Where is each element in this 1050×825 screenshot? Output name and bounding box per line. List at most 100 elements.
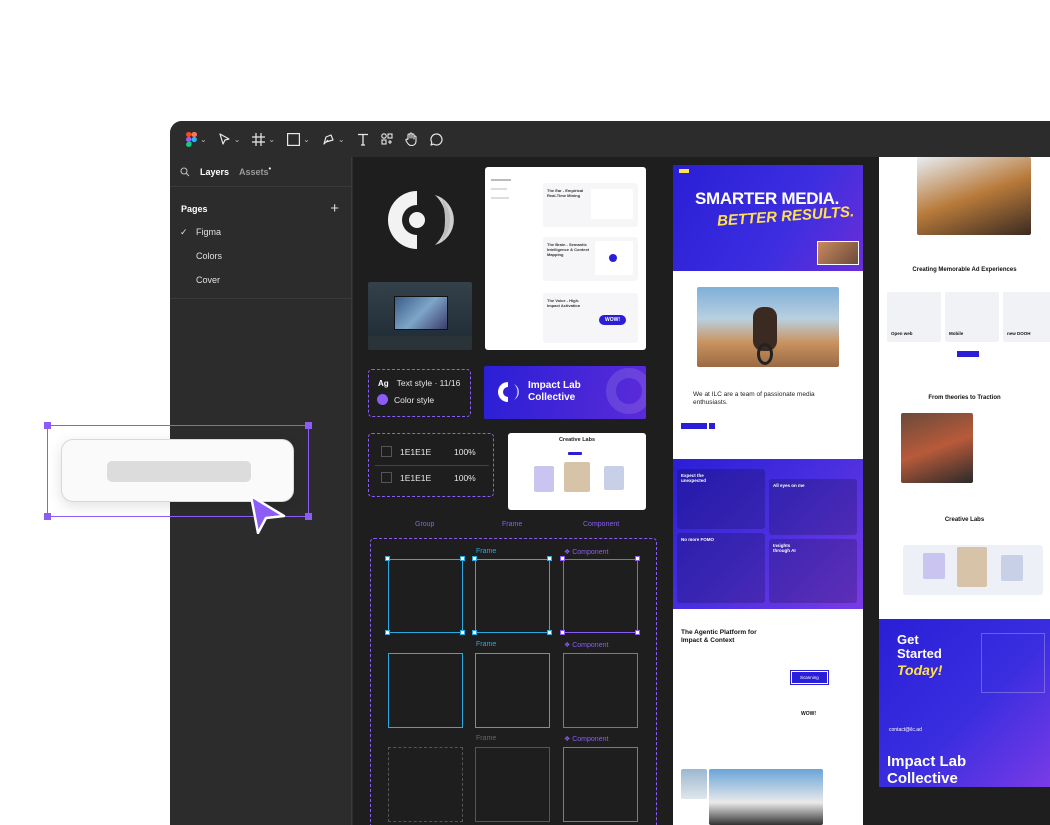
frame-label: Frame	[476, 735, 497, 742]
figma-menu-button[interactable]: ⌄	[180, 121, 213, 157]
creative-labs-card[interactable]: Creative Labs	[508, 433, 646, 510]
get-started-section[interactable]: Get Started Today! contact@ilc.ad Impact…	[879, 619, 1050, 787]
search-icon[interactable]	[180, 166, 190, 177]
chevron-down-icon: ⌄	[337, 134, 345, 144]
divider	[375, 465, 489, 466]
component-handle[interactable]	[560, 630, 565, 635]
resources-button[interactable]	[375, 121, 399, 157]
component-label: ❖ Component	[564, 735, 608, 743]
color-style-row[interactable]: Color style	[377, 394, 434, 405]
page-item-colors[interactable]: Colors	[170, 244, 351, 268]
tab-assets[interactable]: Assets•	[239, 166, 271, 177]
pages-header: Pages +	[170, 187, 351, 220]
hero-section[interactable]: SMARTER MEDIA. BETTER RESULTS.	[673, 165, 863, 271]
features-section[interactable]: Expect the unexpected All eyes on me No …	[673, 459, 863, 609]
canvas[interactable]: The Ear - Empirical Real-Time Mining The…	[353, 157, 1050, 825]
component-box-selected[interactable]	[563, 559, 638, 633]
frame-handle[interactable]	[385, 556, 390, 561]
frame-tool-button[interactable]: ⌄	[246, 121, 281, 157]
frame-handle[interactable]	[385, 630, 390, 635]
selection-handle[interactable]	[44, 513, 51, 520]
component-handle[interactable]	[635, 556, 640, 561]
creating-heading: Creating Memorable Ad Experiences	[912, 267, 1017, 273]
frame-handle[interactable]	[547, 630, 552, 635]
color-opacity: 100%	[454, 446, 476, 457]
listing-item[interactable]: The Brain - Semantic Intelligence & Cont…	[543, 237, 638, 281]
comment-button[interactable]	[424, 121, 449, 157]
pen-tool-button[interactable]: ⌄	[316, 121, 351, 157]
toolbar: ⌄ ⌄ ⌄ ⌄ ⌄	[170, 121, 1050, 157]
group-box[interactable]	[388, 653, 463, 728]
component-box[interactable]	[563, 653, 638, 728]
page-label: Cover	[196, 275, 221, 285]
component-box-unselected[interactable]	[563, 747, 638, 822]
frame-handle[interactable]	[472, 630, 477, 635]
website-frame-2[interactable]: Creating Memorable Ad Experiences Open w…	[879, 157, 1050, 787]
wow-chip: WOW!	[801, 711, 816, 717]
frame-box-selected[interactable]	[475, 559, 550, 633]
listing-item[interactable]: The Voice - High-Impact Activation WOW!	[543, 293, 638, 343]
hand-tool-button[interactable]	[399, 121, 424, 157]
move-tool-button[interactable]: ⌄	[213, 121, 247, 157]
pen-tool-icon	[323, 133, 334, 145]
banner-watermark	[606, 368, 646, 414]
chevron-down-icon: ⌄	[233, 134, 241, 144]
hero-image	[817, 241, 859, 265]
page-item-figma[interactable]: ✓ Figma	[170, 220, 351, 244]
color-hex: 1E1E1E	[400, 472, 432, 483]
frame-handle[interactable]	[472, 556, 477, 561]
impact-lab-title: Impact Lab Collective	[528, 380, 581, 403]
frame-box-unselected[interactable]	[475, 747, 550, 822]
hand-tool-icon	[404, 132, 417, 146]
divider	[170, 298, 351, 299]
color-swatch	[381, 472, 392, 483]
check-icon: ✓	[180, 226, 188, 237]
text-tool-icon	[357, 133, 368, 146]
group-box-selected[interactable]	[388, 559, 463, 633]
frame-handle[interactable]	[460, 630, 465, 635]
frame-handle[interactable]	[547, 556, 552, 561]
feature-tile: Insights through AI	[769, 539, 857, 603]
add-page-button[interactable]: +	[330, 201, 339, 216]
component-label-text: Component	[572, 736, 609, 743]
chevron-down-icon: ⌄	[268, 134, 276, 144]
component-icon: ❖	[564, 736, 573, 743]
text-style-row[interactable]: Ag Text style · 11/16	[378, 378, 460, 388]
card-label: Mobile	[949, 331, 964, 336]
today-script: Today!	[897, 662, 943, 678]
page-label: Figma	[196, 227, 222, 237]
frame-box[interactable]	[475, 653, 550, 728]
creative-labs-visual	[903, 545, 1043, 595]
component-handle[interactable]	[560, 556, 565, 561]
text-tool-button[interactable]	[351, 121, 375, 157]
frame-handle[interactable]	[460, 556, 465, 561]
wow-bubble: WOW!	[599, 315, 626, 325]
listing-page-card[interactable]: The Ear - Empirical Real-Time Mining The…	[485, 167, 646, 350]
tab-layers[interactable]: Layers	[200, 167, 229, 177]
component-label: ❖ Component	[564, 548, 608, 556]
about-text: We at ILC are a team of passionate media…	[693, 391, 815, 406]
chevron-down-icon: ⌄	[200, 134, 207, 144]
shape-tool-button[interactable]: ⌄	[281, 121, 316, 157]
component-handle[interactable]	[635, 630, 640, 635]
website-frame-1[interactable]: SMARTER MEDIA. BETTER RESULTS. We at ILC…	[673, 165, 863, 825]
selection-handle[interactable]	[305, 422, 312, 429]
chevron-down-icon: ⌄	[303, 134, 310, 144]
selection-handle[interactable]	[44, 422, 51, 429]
styles-group[interactable]	[368, 369, 471, 417]
creative-labs-heading: Creative Labs	[944, 517, 985, 523]
page-item-cover[interactable]: Cover	[170, 268, 351, 292]
selection-handle[interactable]	[305, 513, 312, 520]
impact-lab-banner[interactable]: Impact Lab Collective	[484, 366, 646, 419]
screen-image	[394, 296, 448, 330]
listing-item[interactable]: The Ear - Empirical Real-Time Mining	[543, 183, 638, 227]
text-style-ag: Ag	[378, 378, 389, 388]
feature-tile-title: All eyes on me	[773, 483, 805, 488]
ilc-logo-icon[interactable]	[379, 185, 459, 255]
color-table-row[interactable]: 1E1E1E 100%	[381, 446, 487, 457]
group-box-unselected[interactable]	[388, 747, 463, 822]
color-style-label: Color style	[394, 394, 435, 405]
photo-thumbnail[interactable]	[368, 282, 472, 350]
platform-title: The Agentic Platform for Impact & Contex…	[681, 629, 757, 644]
color-table-row[interactable]: 1E1E1E 100%	[381, 472, 487, 483]
